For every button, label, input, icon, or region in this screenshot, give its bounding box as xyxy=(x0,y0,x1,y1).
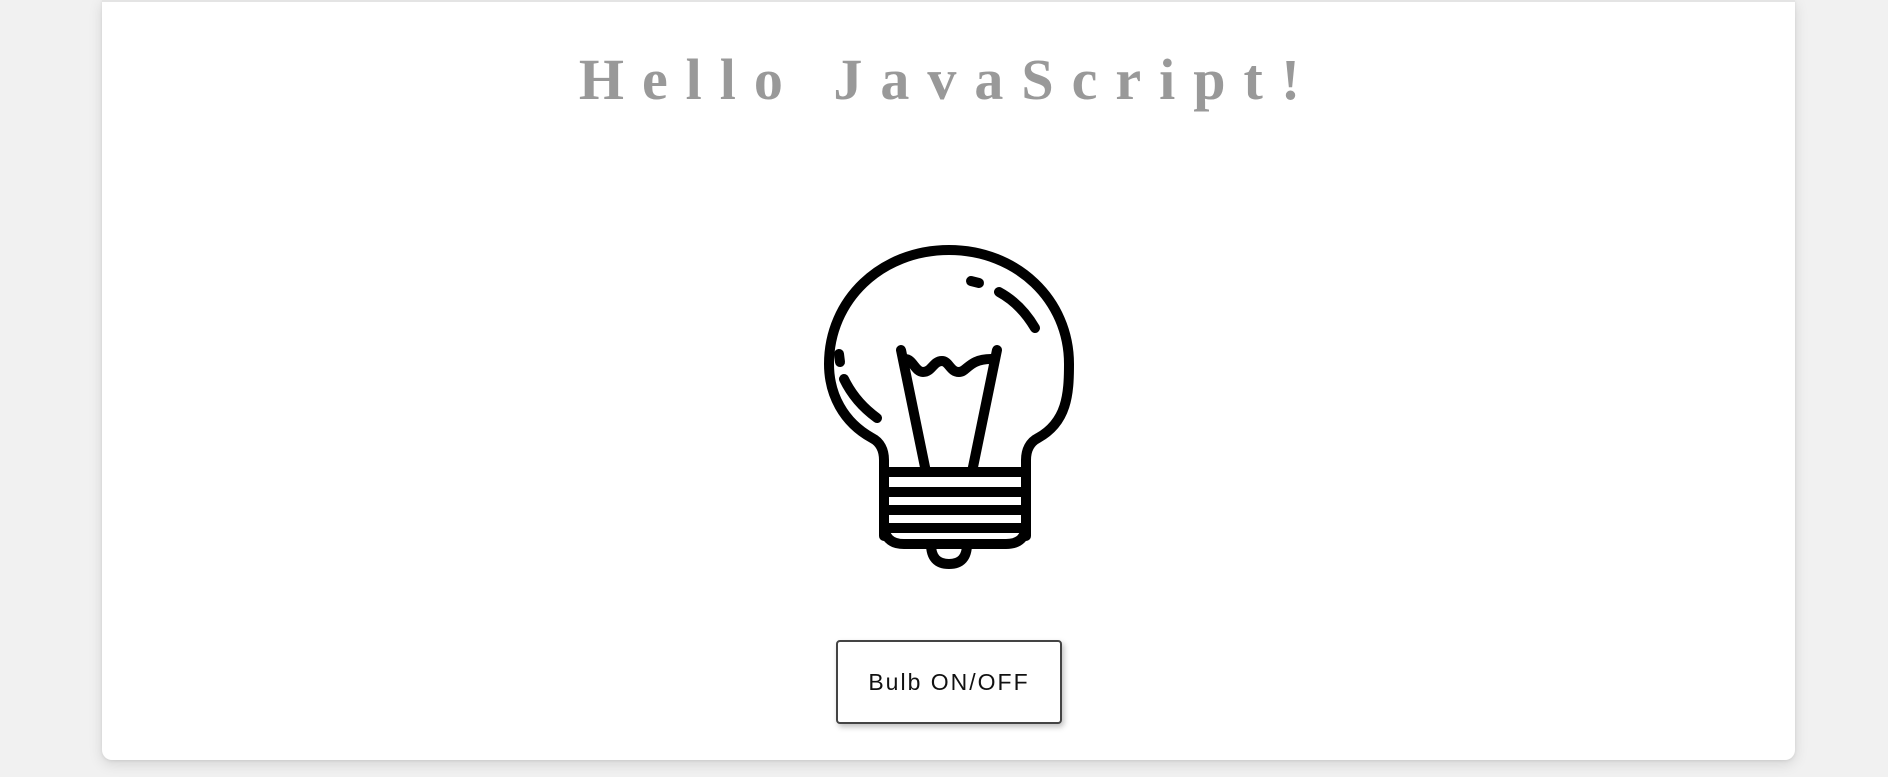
page-title: Hello JavaScript! xyxy=(578,47,1319,112)
bulb-toggle-button[interactable]: Bulb ON/OFF xyxy=(836,640,1062,724)
main-card: Hello JavaScript! Bulb ON/OFF xyxy=(102,0,1795,760)
card-top-border xyxy=(102,0,1795,2)
bulb-container xyxy=(102,214,1795,579)
light-bulb-icon xyxy=(823,245,1074,569)
